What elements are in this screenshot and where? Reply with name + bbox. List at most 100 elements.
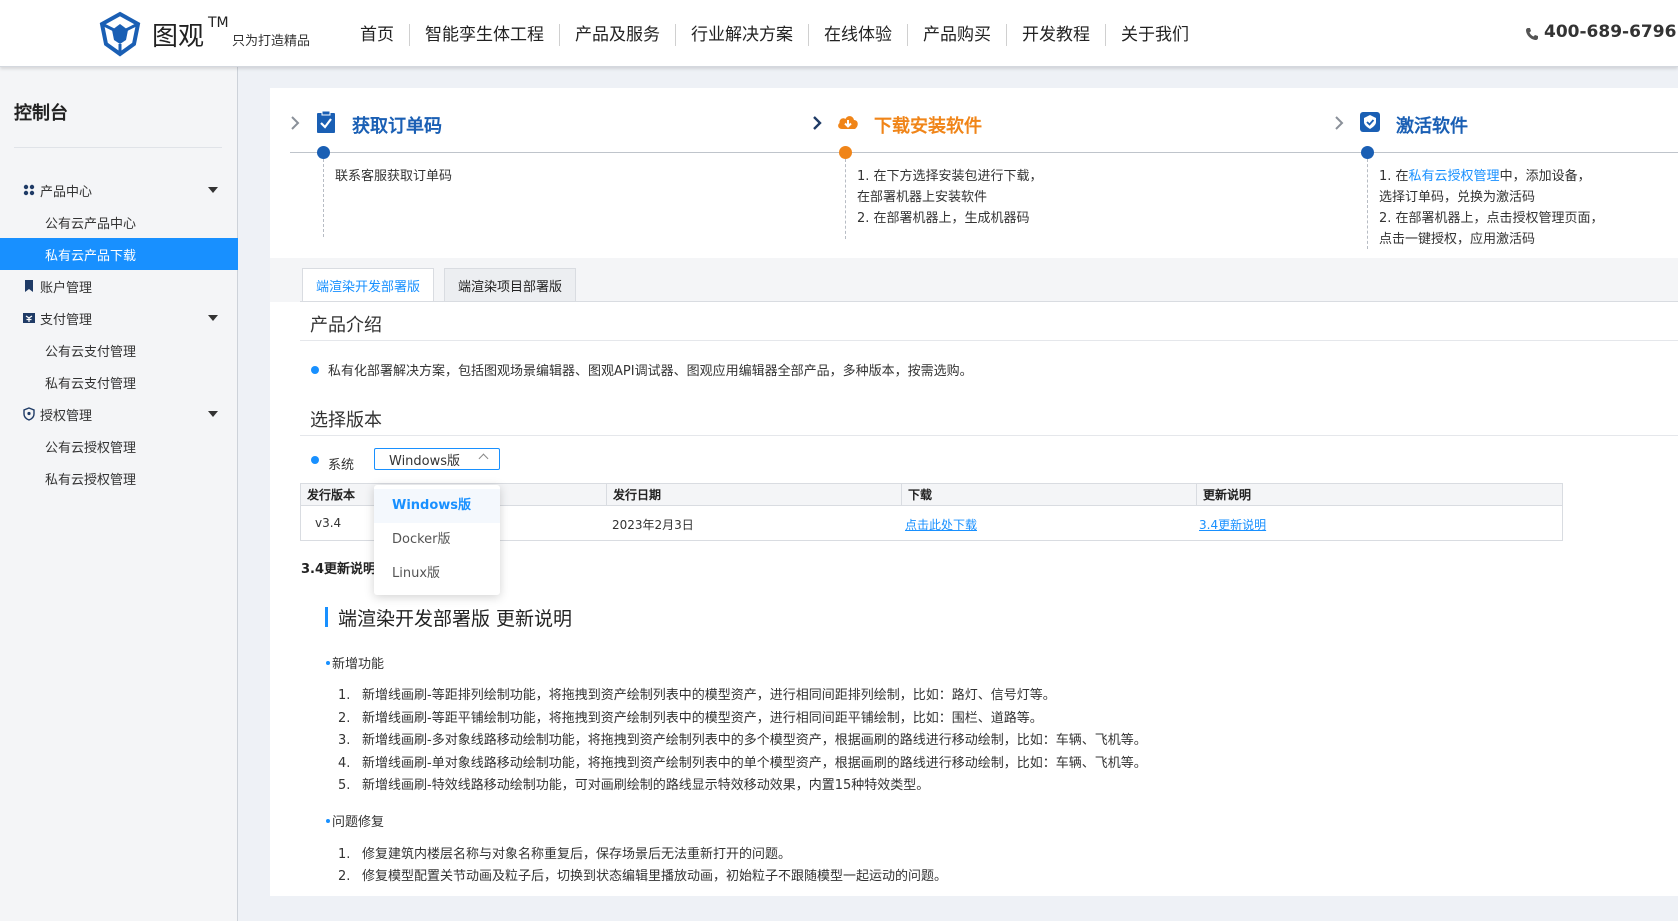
tab-bar: 端渲染开发部署版 端渲染项目部署版 <box>270 258 1678 302</box>
shield-icon <box>23 407 35 421</box>
list-item: 1. 修复建筑内楼层名称与对象名称重复后，保存场景后无法重新打开的问题。 <box>338 847 792 862</box>
title-accent-bar <box>325 607 328 627</box>
section-divider <box>300 340 1678 341</box>
intro-text: 私有化部署解决方案，包括图观场景编辑器、图观API调试器、图观应用编辑器全部产品… <box>328 364 973 379</box>
chevron-right-icon <box>1335 116 1344 130</box>
step-description: 1. 在下方选择安装包进行下载， 在部署机器上安装软件 2. 在部署机器上，生成… <box>857 169 1043 226</box>
brand-slogan: 只为打造精品 <box>232 34 311 49</box>
sidebar-item-label: 私有云支付管理 <box>45 376 137 392</box>
sidebar-item-account[interactable]: 账户管理 <box>0 270 238 302</box>
clipboard-check-icon <box>317 110 335 133</box>
brand-trademark: TM <box>208 15 229 31</box>
bullet-dot <box>311 456 319 464</box>
nav-dev-tutorials[interactable]: 开发教程 <box>1007 24 1106 46</box>
tab-dev-deploy[interactable]: 端渲染开发部署版 <box>302 268 434 302</box>
version-title: 选择版本 <box>310 410 382 431</box>
step-connector <box>323 159 324 237</box>
tab-underline <box>300 301 1678 302</box>
chevron-right-icon <box>291 116 300 130</box>
step-dot <box>839 146 852 159</box>
sidebar-item-private-cloud-download[interactable]: 私有云产品下载 <box>0 238 238 270</box>
main-nav: 首页 智能孪生体工程 产品及服务 行业解决方案 在线体验 产品购买 开发教程 关… <box>345 24 1204 46</box>
sidebar: 控制台 产品中心 公有云产品中心 私有云产品下载 账户管理 支付管理 公有云支付… <box>0 67 238 921</box>
cloud-download-icon <box>838 116 858 129</box>
intro-title: 产品介绍 <box>310 315 382 336</box>
column-header: 更新说明 <box>1196 484 1562 506</box>
install-steps: 获取订单码 下载安装软件 激活软件 联系客服获取订单码 1. 在下方选择安装包进… <box>270 88 1678 258</box>
step-title: 激活软件 <box>1396 116 1468 137</box>
chevron-down-icon <box>208 187 218 193</box>
nav-purchase[interactable]: 产品购买 <box>908 24 1007 46</box>
grid-icon <box>23 184 35 196</box>
sidebar-item-public-cloud-payment[interactable]: 公有云支付管理 <box>0 334 238 366</box>
notes-group-title: 新增功能 <box>332 657 385 672</box>
system-dropdown-menu: Windows版 Docker版 Linux版 <box>374 485 500 595</box>
sidebar-item-private-cloud-license[interactable]: 私有云授权管理 <box>0 462 238 494</box>
bullet-dot <box>311 366 319 374</box>
option-windows[interactable]: Windows版 <box>374 489 500 523</box>
sidebar-item-private-cloud-payment[interactable]: 私有云支付管理 <box>0 366 238 398</box>
sidebar-item-label: 支付管理 <box>40 312 93 328</box>
system-select-value: Windows版 <box>389 453 461 469</box>
tab-project-deploy[interactable]: 端渲染项目部署版 <box>444 268 576 302</box>
release-notes-heading: 3.4更新说明 <box>301 562 377 577</box>
sidebar-item-label: 公有云支付管理 <box>45 344 137 360</box>
step-connector <box>845 159 846 239</box>
chevron-up-icon <box>478 453 489 464</box>
list-item: 2. 新增线画刷-等距平铺绘制功能，将拖拽到资产绘制列表中的模型资产，进行相同间距… <box>338 711 1043 726</box>
step-title: 下载安装软件 <box>874 116 982 137</box>
sidebar-item-payment[interactable]: 支付管理 <box>0 302 238 334</box>
sidebar-item-label: 私有云授权管理 <box>45 472 137 488</box>
bullet-dot <box>326 819 330 823</box>
chevron-down-icon <box>208 411 218 417</box>
list-item: 2. 修复模型配置关节动画及粒子后，切换到状态编辑里播放动画，初始粒子不跟随模型一… <box>338 869 948 884</box>
notes-group-title: 问题修复 <box>332 815 385 830</box>
nav-online-demo[interactable]: 在线体验 <box>809 24 908 46</box>
list-item: 1. 新增线画刷-等距排列绘制功能，将拖拽到资产绘制列表中的模型资产，进行相同间距… <box>338 688 1056 703</box>
chevron-down-icon <box>208 315 218 321</box>
step-dot <box>317 146 330 159</box>
sidebar-item-label: 公有云产品中心 <box>45 216 137 232</box>
sidebar-title: 控制台 <box>14 103 68 124</box>
sidebar-item-label: 公有云授权管理 <box>45 440 137 456</box>
column-header: 下载 <box>901 484 1197 506</box>
sidebar-item-public-cloud-license[interactable]: 公有云授权管理 <box>0 430 238 462</box>
release-date: 2023年2月3日 <box>612 518 694 532</box>
chevron-right-icon <box>813 116 822 130</box>
bullet-dot <box>326 661 330 665</box>
sidebar-item-label: 产品中心 <box>40 184 93 200</box>
nav-digital-twin[interactable]: 智能孪生体工程 <box>410 24 560 46</box>
step-description: 1. 在私有云授权管理中，添加设备， 选择订单码，兑换为激活码 2. 在部署机器… <box>1379 169 1604 247</box>
system-label: 系统 <box>328 458 355 473</box>
release-version: v3.4 <box>315 516 342 530</box>
bookmark-icon <box>25 280 33 292</box>
sidebar-divider <box>14 147 222 148</box>
sidebar-item-public-cloud-products[interactable]: 公有云产品中心 <box>0 206 238 238</box>
main-panel: 获取订单码 下载安装软件 激活软件 联系客服获取订单码 1. 在下方选择安装包进… <box>270 88 1678 896</box>
nav-industry-solutions[interactable]: 行业解决方案 <box>676 24 809 46</box>
option-docker[interactable]: Docker版 <box>374 523 500 557</box>
top-navigation-bar: 图观 TM 只为打造精品 首页 智能孪生体工程 产品及服务 行业解决方案 在线体… <box>0 0 1678 67</box>
column-header: 发行日期 <box>606 484 902 506</box>
list-item: 5. 新增线画刷-特效线路移动绘制功能，可对画刷绘制的路线显示特效移动效果，内置1… <box>338 778 930 793</box>
step-description: 联系客服获取订单码 <box>335 169 453 184</box>
badge-check-icon <box>1360 112 1380 132</box>
phone-icon <box>1526 28 1538 40</box>
sidebar-item-label: 授权管理 <box>40 408 93 424</box>
release-notes-link[interactable]: 3.4更新说明 <box>1199 516 1266 533</box>
system-select[interactable]: Windows版 <box>374 448 500 470</box>
nav-home[interactable]: 首页 <box>345 24 410 46</box>
sidebar-item-label: 私有云产品下载 <box>45 248 137 264</box>
option-linux[interactable]: Linux版 <box>374 557 500 591</box>
sidebar-item-license[interactable]: 授权管理 <box>0 398 238 430</box>
nav-products-services[interactable]: 产品及服务 <box>560 24 676 46</box>
step-connector <box>1367 159 1368 249</box>
download-link[interactable]: 点击此处下载 <box>905 516 977 533</box>
sidebar-item-product-center[interactable]: 产品中心 <box>0 174 238 206</box>
nav-about-us[interactable]: 关于我们 <box>1106 24 1204 46</box>
private-cloud-license-link[interactable]: 私有云授权管理 <box>1409 169 1500 184</box>
payment-icon <box>23 313 35 323</box>
brand-name[interactable]: 图观 <box>152 16 204 53</box>
list-item: 4. 新增线画刷-单对象线路移动绘制功能，将拖拽到资产绘制列表中的单个模型资产，根… <box>338 756 1147 771</box>
brand-logo-icon[interactable] <box>96 10 144 58</box>
